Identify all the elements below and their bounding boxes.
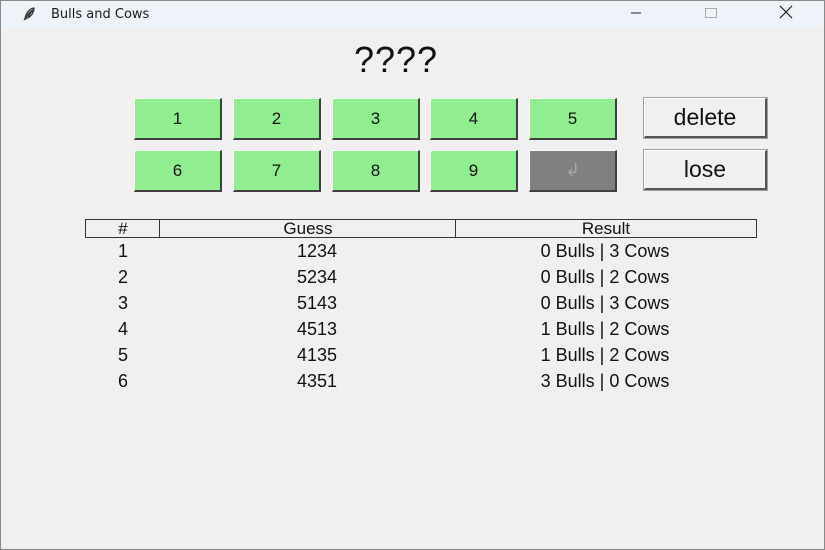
key-9-button[interactable]: 9 bbox=[430, 150, 518, 192]
row-result: 1 Bulls | 2 Cows bbox=[540, 319, 670, 339]
row-result: 0 Bulls | 3 Cows bbox=[540, 293, 670, 313]
key-4-button[interactable]: 4 bbox=[430, 98, 518, 140]
maximize-icon bbox=[704, 6, 718, 24]
row-number: 3 bbox=[117, 293, 128, 313]
row-guess: 4351 bbox=[296, 371, 338, 391]
column-header-number: # bbox=[85, 219, 161, 238]
app-window: Bulls and Cows ???? 1 2 3 4 5 6 7 8 9 ↲ … bbox=[0, 0, 825, 550]
close-button[interactable] bbox=[763, 1, 809, 28]
row-guess: 4135 bbox=[296, 345, 338, 365]
row-guess: 4513 bbox=[296, 319, 338, 339]
lose-button[interactable]: lose bbox=[643, 149, 768, 191]
key-1-button[interactable]: 1 bbox=[134, 98, 222, 140]
minimize-button[interactable] bbox=[613, 1, 659, 28]
enter-button[interactable]: ↲ bbox=[529, 150, 617, 192]
key-8-button[interactable]: 8 bbox=[332, 150, 420, 192]
title-bar[interactable]: Bulls and Cows bbox=[1, 1, 824, 28]
key-2-button[interactable]: 2 bbox=[233, 98, 321, 140]
key-5-button[interactable]: 5 bbox=[529, 98, 617, 140]
key-3-button[interactable]: 3 bbox=[332, 98, 420, 140]
minimize-icon bbox=[630, 6, 642, 24]
maximize-button[interactable] bbox=[688, 1, 734, 28]
row-result: 0 Bulls | 3 Cows bbox=[540, 241, 670, 261]
row-number: 5 bbox=[117, 345, 128, 365]
row-number: 2 bbox=[117, 267, 128, 287]
row-number: 6 bbox=[117, 371, 128, 391]
table-row: 1 1234 0 Bulls | 3 Cows bbox=[1, 241, 824, 267]
row-guess: 1234 bbox=[296, 241, 338, 261]
table-row: 6 4351 3 Bulls | 0 Cows bbox=[1, 371, 824, 397]
guess-history-table: 1 1234 0 Bulls | 3 Cows 2 5234 0 Bulls |… bbox=[1, 241, 824, 397]
column-header-guess: Guess bbox=[159, 219, 457, 238]
key-7-button[interactable]: 7 bbox=[233, 150, 321, 192]
secret-code-display: ???? bbox=[353, 39, 439, 80]
table-row: 3 5143 0 Bulls | 3 Cows bbox=[1, 293, 824, 319]
column-header-result: Result bbox=[455, 219, 757, 238]
enter-icon: ↲ bbox=[564, 160, 581, 180]
table-row: 2 5234 0 Bulls | 2 Cows bbox=[1, 267, 824, 293]
feather-icon bbox=[21, 6, 37, 22]
row-result: 3 Bulls | 0 Cows bbox=[540, 371, 670, 391]
table-row: 5 4135 1 Bulls | 2 Cows bbox=[1, 345, 824, 371]
delete-button[interactable]: delete bbox=[643, 97, 768, 139]
row-guess: 5234 bbox=[296, 267, 338, 287]
close-icon bbox=[779, 5, 793, 24]
row-number: 4 bbox=[117, 319, 128, 339]
key-6-button[interactable]: 6 bbox=[134, 150, 222, 192]
window-title: Bulls and Cows bbox=[51, 7, 150, 22]
row-result: 1 Bulls | 2 Cows bbox=[540, 345, 670, 365]
table-row: 4 4513 1 Bulls | 2 Cows bbox=[1, 319, 824, 345]
row-result: 0 Bulls | 2 Cows bbox=[540, 267, 670, 287]
row-number: 1 bbox=[117, 241, 128, 261]
row-guess: 5143 bbox=[296, 293, 338, 313]
